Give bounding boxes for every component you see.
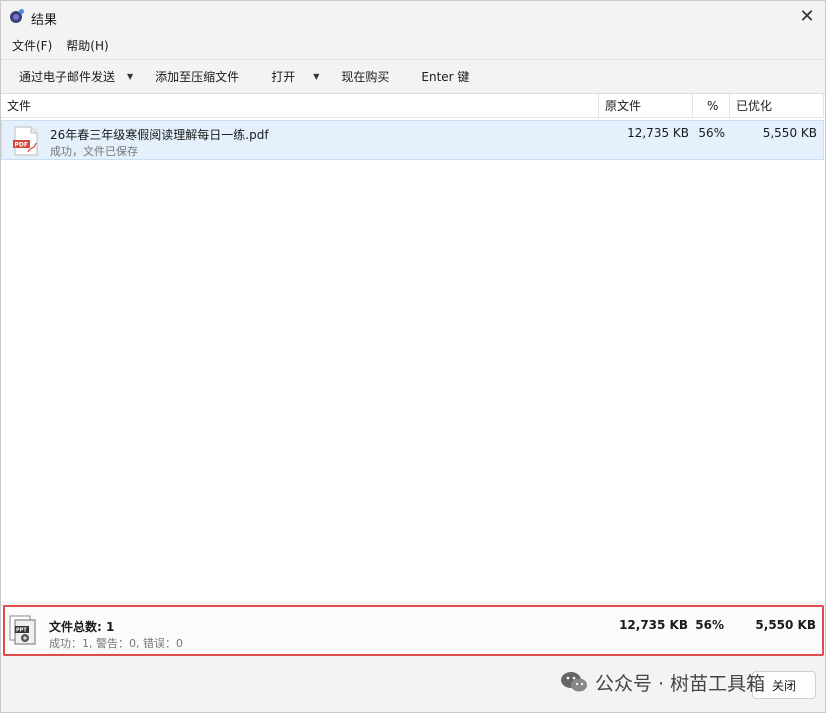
optimized-size: 5,550 KB [762,126,817,140]
watermark-text: 公众号 · 树苗工具箱 [595,672,766,695]
enter-key-button[interactable]: Enter 键 [413,64,477,90]
pdf-icon-label: PDF [15,142,28,149]
pdf-file-icon: PDF [13,126,38,156]
wechat-icon [561,672,587,692]
menu-help[interactable]: 帮助(H) [59,37,115,54]
add-to-archive-button[interactable]: 添加至压缩文件 [147,64,247,90]
app-icon [10,9,24,23]
dropdown-arrow-icon[interactable]: ▼ [313,72,319,81]
email-send-label: 通过电子邮件发送 [19,70,116,84]
column-divider[interactable] [692,94,693,118]
window-title: 结果 [31,13,58,28]
column-header-original[interactable]: 原文件 [599,94,641,118]
list-header: 文件 原文件 % 已优化 [1,94,825,118]
close-icon[interactable]: ✕ [789,1,825,31]
open-label: 打开 [271,70,296,84]
file-list[interactable]: 文件 原文件 % 已优化 PDF 26年春三年级寒假阅读理解每日一练.pdf 成… [1,93,825,601]
title-bar: 结果 ✕ [1,1,825,33]
toolbar: 通过电子邮件发送 ▼ 添加至压缩文件 打开 ▼ 现在购买 Enter 键 [1,59,825,93]
percent-value: 56% [698,126,725,140]
column-divider[interactable] [823,94,824,118]
close-button-label: 关闭 [771,678,796,693]
file-name: 26年春三年级寒假阅读理解每日一练.pdf [50,128,269,142]
column-header-file[interactable]: 文件 [1,94,31,118]
add-to-archive-label: 添加至压缩文件 [155,70,240,84]
menu-file[interactable]: 文件(F) [5,37,59,54]
file-status: 成功，文件已保存 [50,145,138,158]
totals-highlight-box [3,605,824,656]
table-row[interactable]: PDF 26年春三年级寒假阅读理解每日一练.pdf 成功，文件已保存 12,73… [1,120,824,160]
dropdown-arrow-icon[interactable]: ▼ [127,72,133,81]
column-header-percent[interactable]: % [701,94,718,118]
menu-bar: 文件(F) 帮助(H) [1,33,825,57]
original-size: 12,735 KB [627,126,689,140]
column-header-optimized[interactable]: 已优化 [730,94,772,118]
watermark: 公众号 · 树苗工具箱 [559,669,765,695]
buy-now-label: 现在购买 [341,70,390,84]
open-button[interactable]: 打开 ▼ [263,64,327,90]
email-send-button[interactable]: 通过电子邮件发送 ▼ [11,64,141,90]
results-window: 结果 ✕ 文件(F) 帮助(H) 通过电子邮件发送 ▼ 添加至压缩文件 打开 ▼… [0,0,826,713]
buy-now-button[interactable]: 现在购买 [333,64,397,90]
enter-key-label: Enter 键 [421,70,470,84]
